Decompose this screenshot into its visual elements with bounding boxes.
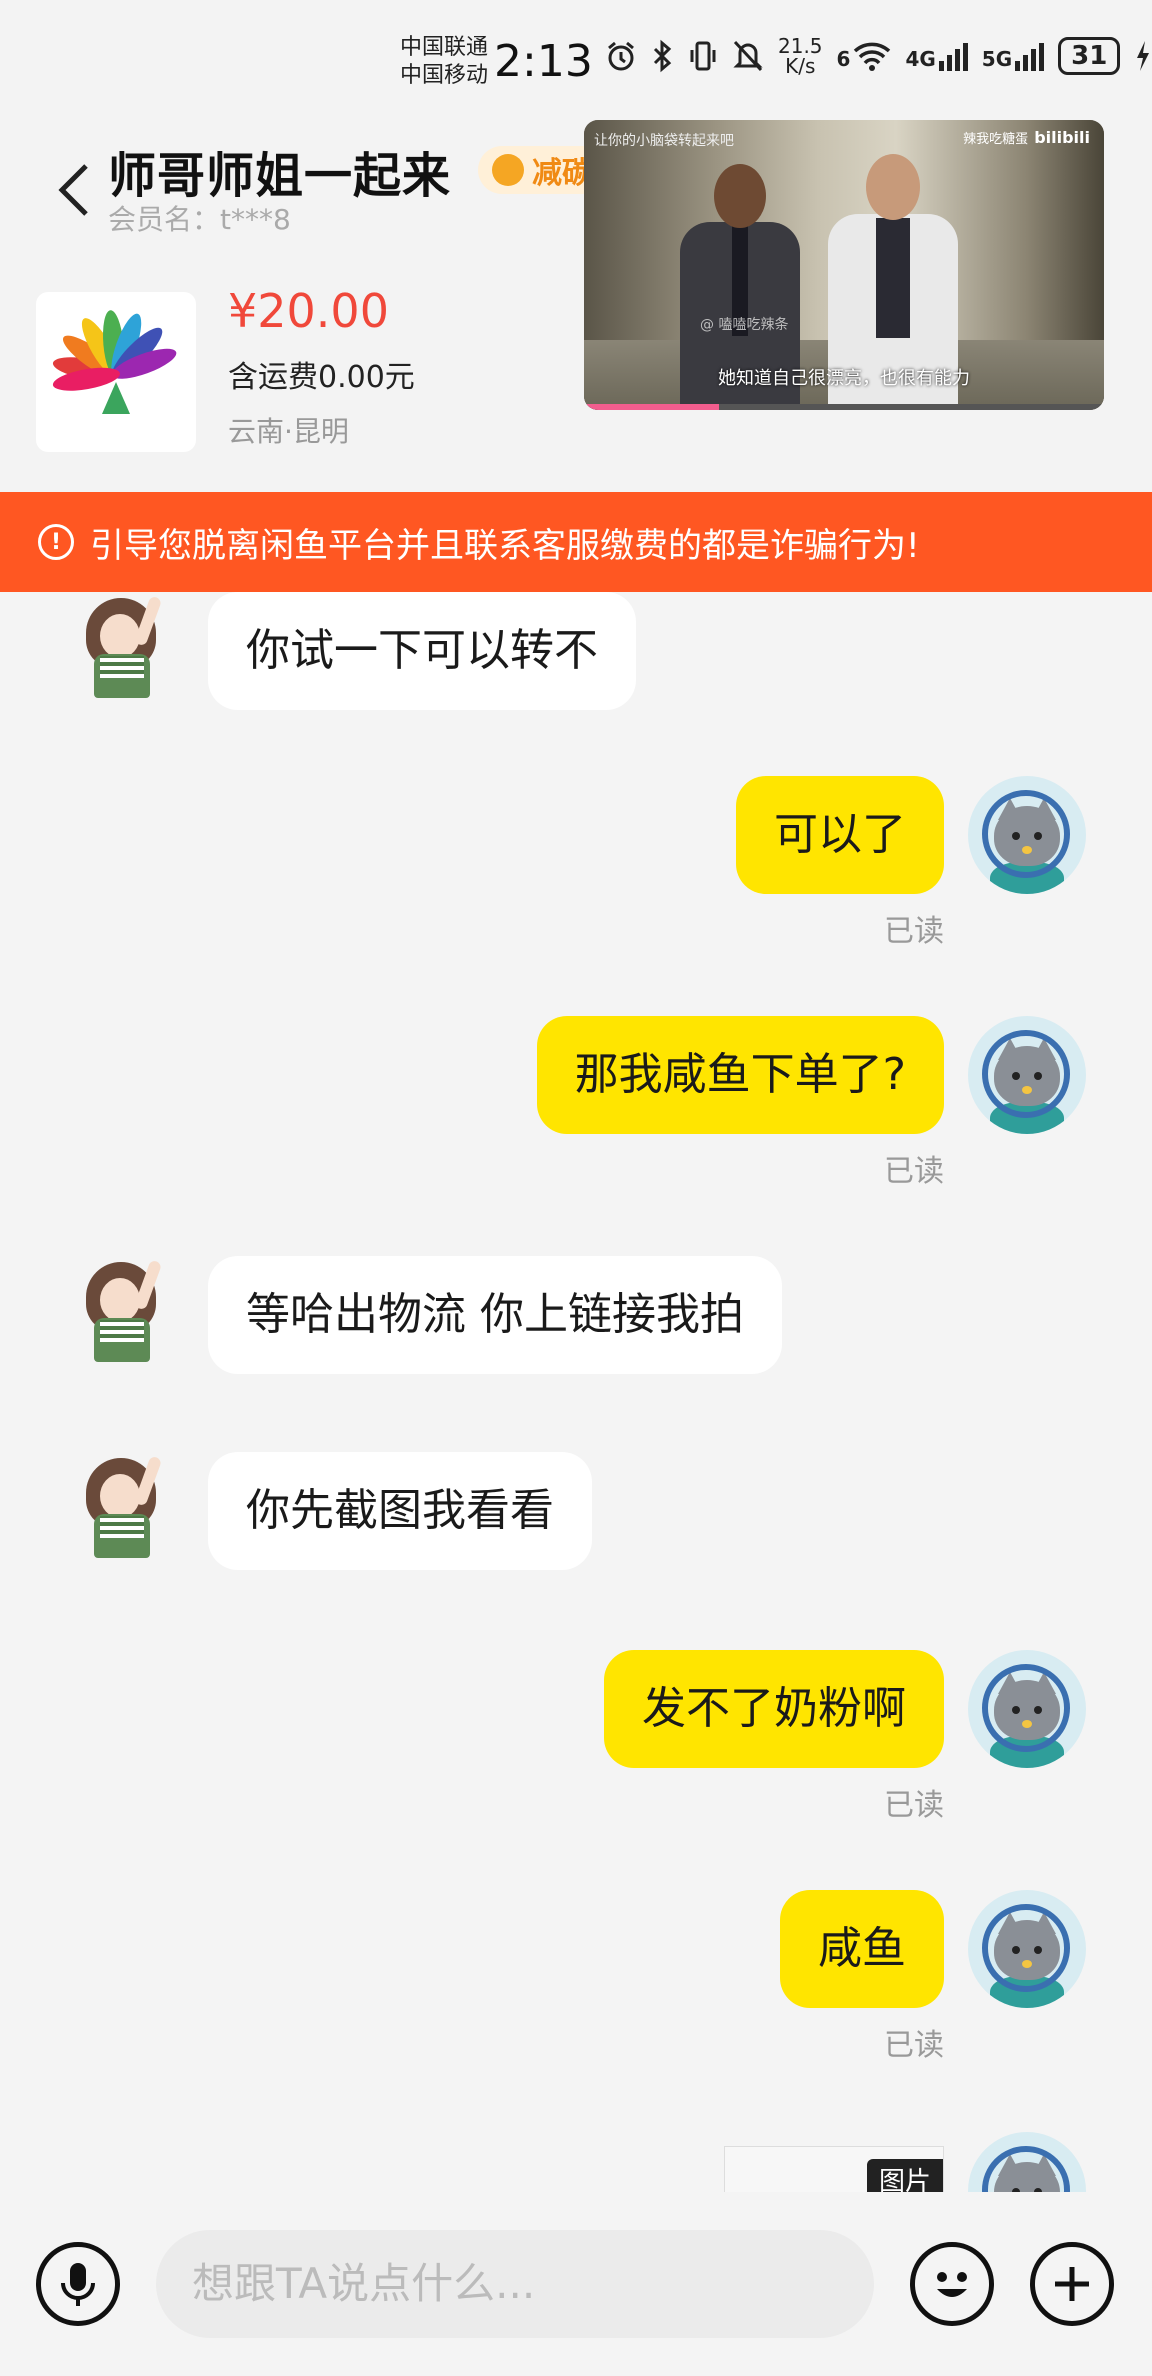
floating-video-window[interactable]: 让你的小脑袋转起来吧 辣我吃糖蛋 bilibili @ 嗑嗑吃辣条 她知道自己很漂… xyxy=(584,120,1104,410)
video-uploader: 辣我吃糖蛋 xyxy=(963,132,1029,147)
message-bubble-outgoing[interactable]: 咸鱼 xyxy=(780,1890,944,2008)
carrier-labels: 中国联通 中国移动 xyxy=(400,34,488,90)
product-price: ¥20.00 xyxy=(228,284,389,338)
member-name: 会员名：t***8 xyxy=(108,203,291,236)
image-message[interactable]: 图片 xyxy=(724,2146,944,2192)
message-input[interactable]: 想跟TA说点什么... xyxy=(156,2230,874,2338)
more-options-button[interactable] xyxy=(1030,2242,1114,2326)
seller-avatar[interactable] xyxy=(70,592,176,698)
vibrate-icon xyxy=(690,41,716,71)
message-bubble-outgoing[interactable]: 可以了 xyxy=(736,776,944,894)
clock: 2:13 xyxy=(494,36,593,87)
message-bubble-outgoing[interactable]: 发不了奶粉啊 xyxy=(604,1650,944,1768)
my-avatar[interactable] xyxy=(968,2132,1086,2192)
video-watermark: @ 嗑嗑吃辣条 xyxy=(700,317,789,333)
chat-title: 师哥师姐一起来 xyxy=(108,148,452,204)
fraud-warning-banner: ! 引导您脱离闲鱼平台并且联系客服缴费的都是诈骗行为! xyxy=(0,492,1152,592)
status-bar: 中国联通 中国移动 2:13 21.5 K/s 6 4G 5G 31 xyxy=(0,0,1152,120)
signal-bars-icon xyxy=(1015,41,1045,71)
my-avatar[interactable] xyxy=(968,1016,1086,1134)
warning-icon: ! xyxy=(38,524,74,560)
net-speed: 21.5 K/s xyxy=(778,36,823,76)
seller-avatar[interactable] xyxy=(70,1452,176,1558)
my-avatar[interactable] xyxy=(968,1650,1086,1768)
read-receipt: 已读 xyxy=(884,1154,944,1189)
net-speed-value: 21.5 xyxy=(778,34,823,58)
plus-icon xyxy=(1055,2267,1089,2301)
video-caption-top: 让你的小脑袋转起来吧 xyxy=(594,133,734,149)
read-receipt: 已读 xyxy=(884,914,944,949)
alarm-icon xyxy=(608,41,634,71)
wifi-icon xyxy=(854,42,891,71)
input-bar: 想跟TA说点什么... xyxy=(0,2192,1152,2376)
back-arrow-icon[interactable] xyxy=(52,160,96,220)
chat-messages[interactable]: 你试一下可以转不 可以了 已读 那我咸鱼下单了? 已读 等哈出物流 你上链接我拍… xyxy=(0,592,1152,2192)
product-logo-icon xyxy=(52,310,177,414)
net-speed-unit: K/s xyxy=(785,54,816,78)
microphone-icon xyxy=(61,2263,95,2306)
leaf-icon xyxy=(492,154,524,186)
charging-icon xyxy=(1137,41,1150,71)
bluetooth-icon xyxy=(653,39,672,73)
message-bubble-incoming[interactable]: 你先截图我看看 xyxy=(208,1452,592,1570)
signal-5g: 5G xyxy=(981,41,1045,71)
shipping-fee: 含运费0.00元 xyxy=(228,360,415,395)
read-receipt: 已读 xyxy=(884,1788,944,1823)
signal-4g: 4G xyxy=(905,41,968,71)
smiley-icon xyxy=(937,2272,967,2297)
carrier-2: 中国移动 xyxy=(400,63,489,88)
product-thumbnail[interactable] xyxy=(36,292,196,452)
wifi-indicator: 6 xyxy=(837,41,892,71)
bilibili-logo: bilibili xyxy=(1034,128,1090,147)
wifi-label: 6 xyxy=(836,47,851,71)
video-brand: 辣我吃糖蛋 bilibili xyxy=(963,128,1090,147)
seller-avatar[interactable] xyxy=(70,1256,176,1362)
message-bubble-incoming[interactable]: 等哈出物流 你上链接我拍 xyxy=(208,1256,782,1374)
voice-button[interactable] xyxy=(36,2242,120,2326)
signal-5g-label: 5G xyxy=(981,47,1013,71)
message-bubble-outgoing[interactable]: 那我咸鱼下单了? xyxy=(536,1016,944,1134)
battery-indicator: 31 xyxy=(1058,37,1121,75)
emoji-button[interactable] xyxy=(910,2242,994,2326)
message-bubble-incoming[interactable]: 你试一下可以转不 xyxy=(208,592,636,710)
video-progress-fill xyxy=(584,404,720,410)
video-subtitle: 她知道自己很漂亮，也很有能力 xyxy=(718,368,970,389)
image-label: 图片 xyxy=(866,2159,943,2192)
seller-location: 云南·昆明 xyxy=(228,415,349,448)
carrier-1: 中国联通 xyxy=(400,35,489,60)
my-avatar[interactable] xyxy=(968,1890,1086,2008)
read-receipt: 已读 xyxy=(884,2028,944,2063)
signal-4g-label: 4G xyxy=(905,47,936,71)
video-progress-bar[interactable] xyxy=(584,404,1104,410)
my-avatar[interactable] xyxy=(968,776,1086,894)
carbon-badge-label: 减碳 xyxy=(532,156,592,191)
status-icons: 21.5 K/s 6 4G 5G 31 xyxy=(604,36,1152,76)
fraud-warning-text: 引导您脱离闲鱼平台并且联系客服缴费的都是诈骗行为! xyxy=(90,525,920,566)
signal-bars-icon xyxy=(938,41,968,71)
mute-icon xyxy=(733,40,763,72)
